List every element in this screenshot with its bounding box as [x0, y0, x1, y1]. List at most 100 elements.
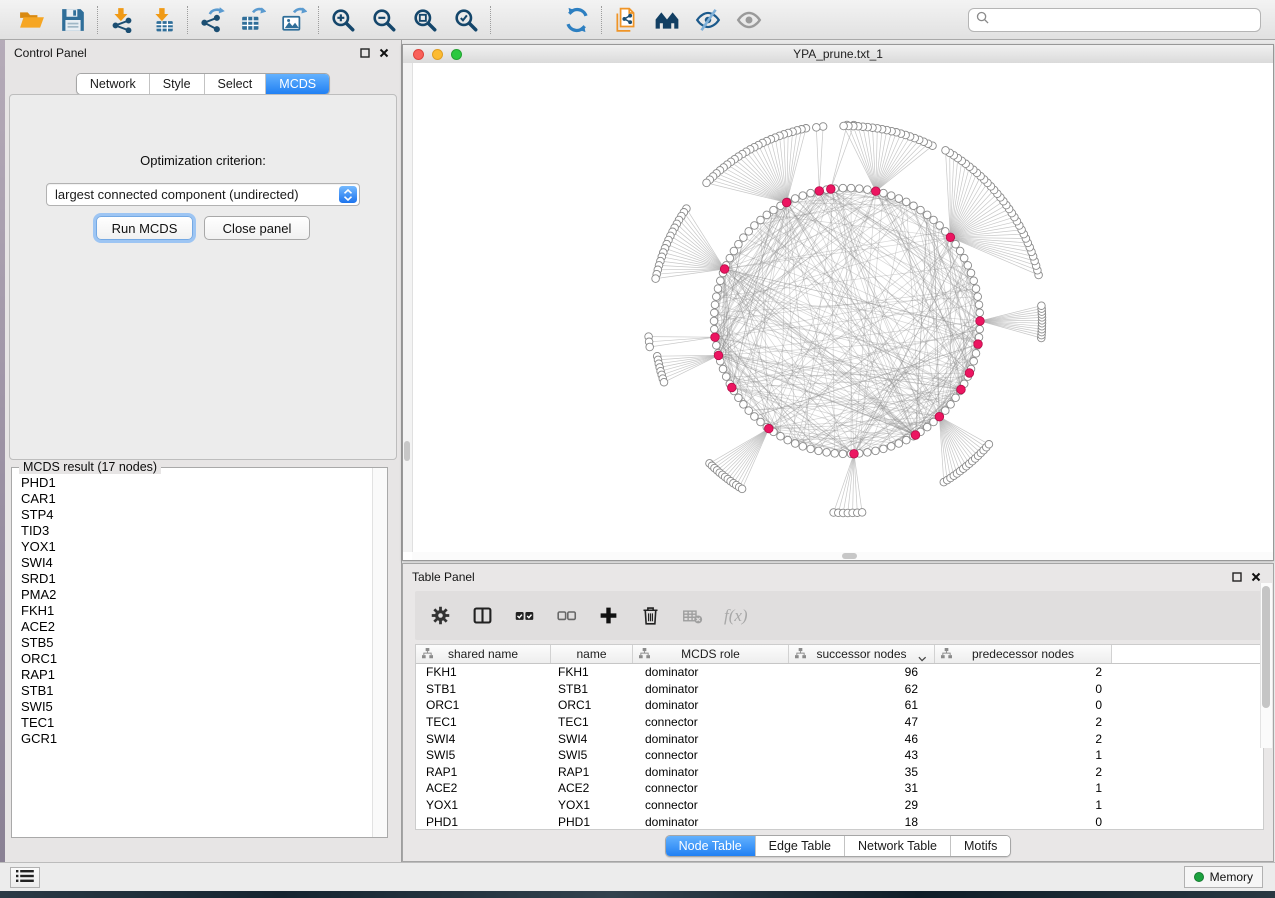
- deselect-all-icon[interactable]: [554, 603, 579, 628]
- mcds-result-item[interactable]: PMA2: [21, 587, 373, 603]
- cell[interactable]: ORC1: [551, 698, 633, 712]
- tab-motifs[interactable]: Motifs: [951, 836, 1010, 856]
- cell[interactable]: SWI4: [416, 732, 551, 746]
- tab-node-table[interactable]: Node Table: [666, 836, 756, 856]
- cell[interactable]: 2: [935, 732, 1112, 746]
- mcds-list-scrollbar[interactable]: [372, 468, 387, 837]
- table-row[interactable]: FKH1FKH1dominator962: [416, 664, 1263, 681]
- cell[interactable]: PHD1: [551, 815, 633, 829]
- add-column-icon[interactable]: [596, 603, 621, 628]
- cell[interactable]: 43: [789, 748, 935, 762]
- cell[interactable]: connector: [633, 748, 789, 762]
- table-settings-icon[interactable]: [428, 603, 453, 628]
- export-image-icon[interactable]: [280, 6, 308, 34]
- mcds-result-item[interactable]: TID3: [21, 523, 373, 539]
- cell[interactable]: 2: [935, 715, 1112, 729]
- float-panel-icon[interactable]: [360, 48, 370, 58]
- cell[interactable]: 0: [935, 698, 1112, 712]
- refresh-network-icon[interactable]: [563, 6, 591, 34]
- cell[interactable]: FKH1: [416, 665, 551, 679]
- cell[interactable]: YOX1: [551, 798, 633, 812]
- column-header-predecessor-nodes[interactable]: predecessor nodes: [935, 645, 1112, 663]
- import-table-icon[interactable]: [149, 6, 177, 34]
- close-panel-button[interactable]: Close panel: [204, 216, 310, 240]
- cell[interactable]: 31: [789, 781, 935, 795]
- table-scrollbar[interactable]: [1260, 583, 1272, 748]
- table-row[interactable]: PHD1PHD1dominator180: [416, 813, 1263, 830]
- tab-network[interactable]: Network: [77, 74, 150, 94]
- mcds-result-item[interactable]: CAR1: [21, 491, 373, 507]
- cell[interactable]: 29: [789, 798, 935, 812]
- tab-select[interactable]: Select: [205, 74, 267, 94]
- zoom-out-icon[interactable]: [370, 6, 398, 34]
- cell[interactable]: 1: [935, 781, 1112, 795]
- zoom-in-icon[interactable]: [329, 6, 357, 34]
- cell[interactable]: 2: [935, 765, 1112, 779]
- cell[interactable]: connector: [633, 715, 789, 729]
- cell[interactable]: 0: [935, 682, 1112, 696]
- cell[interactable]: STB1: [551, 682, 633, 696]
- table-row[interactable]: ACE2ACE2connector311: [416, 780, 1263, 797]
- cell[interactable]: YOX1: [416, 798, 551, 812]
- close-panel-icon[interactable]: [379, 48, 389, 58]
- export-network-icon[interactable]: [198, 6, 226, 34]
- mcds-result-item[interactable]: SWI5: [21, 699, 373, 715]
- cell[interactable]: TEC1: [551, 715, 633, 729]
- table-row[interactable]: SWI5SWI5connector431: [416, 747, 1263, 764]
- column-header-name[interactable]: name: [551, 645, 633, 663]
- cell[interactable]: connector: [633, 781, 789, 795]
- float-table-panel-icon[interactable]: [1232, 572, 1242, 582]
- mcds-result-item[interactable]: YOX1: [21, 539, 373, 555]
- cell[interactable]: 1: [935, 798, 1112, 812]
- tab-mcds[interactable]: MCDS: [266, 74, 329, 94]
- hide-selected-icon[interactable]: [694, 6, 722, 34]
- cell[interactable]: 96: [789, 665, 935, 679]
- cell[interactable]: 0: [935, 815, 1112, 829]
- mcds-result-item[interactable]: SWI4: [21, 555, 373, 571]
- cell[interactable]: 18: [789, 815, 935, 829]
- cell[interactable]: SWI4: [551, 732, 633, 746]
- network-canvas[interactable]: [403, 63, 1273, 560]
- tab-edge-table[interactable]: Edge Table: [756, 836, 845, 856]
- cell[interactable]: SWI5: [416, 748, 551, 762]
- column-header-shared-name[interactable]: shared name: [416, 645, 551, 663]
- cell[interactable]: 2: [935, 665, 1112, 679]
- network-vertical-scroll-thumb[interactable]: [404, 441, 410, 461]
- cell[interactable]: SWI5: [551, 748, 633, 762]
- cell[interactable]: 61: [789, 698, 935, 712]
- minimize-window-icon[interactable]: [432, 49, 443, 60]
- cell[interactable]: dominator: [633, 815, 789, 829]
- cell[interactable]: ACE2: [551, 781, 633, 795]
- cell[interactable]: ORC1: [416, 698, 551, 712]
- optimization-criterion-select[interactable]: largest connected component (undirected): [46, 183, 360, 206]
- cell[interactable]: ACE2: [416, 781, 551, 795]
- mcds-result-item[interactable]: SRD1: [21, 571, 373, 587]
- network-vertical-scrollbar[interactable]: [403, 63, 413, 552]
- tab-network-table[interactable]: Network Table: [845, 836, 951, 856]
- mcds-result-item[interactable]: TEC1: [21, 715, 373, 731]
- table-row[interactable]: TEC1TEC1connector472: [416, 714, 1263, 731]
- panel-menu-button[interactable]: [10, 867, 40, 888]
- network-horizontal-scrollbar[interactable]: [412, 552, 1273, 560]
- memory-button[interactable]: Memory: [1184, 866, 1263, 888]
- mcds-result-item[interactable]: FKH1: [21, 603, 373, 619]
- table-row[interactable]: YOX1YOX1connector291: [416, 797, 1263, 814]
- cell[interactable]: dominator: [633, 698, 789, 712]
- import-network-icon[interactable]: [108, 6, 136, 34]
- cell[interactable]: 62: [789, 682, 935, 696]
- table-row[interactable]: ORC1ORC1dominator610: [416, 697, 1263, 714]
- table-scroll-thumb[interactable]: [1262, 586, 1270, 708]
- cell[interactable]: dominator: [633, 665, 789, 679]
- cell[interactable]: 47: [789, 715, 935, 729]
- run-mcds-button[interactable]: Run MCDS: [96, 216, 193, 240]
- column-header-successor-nodes[interactable]: successor nodes: [789, 645, 935, 663]
- cell[interactable]: dominator: [633, 765, 789, 779]
- maximize-window-icon[interactable]: [451, 49, 462, 60]
- search-input[interactable]: [995, 10, 1253, 30]
- cell[interactable]: 1: [935, 748, 1112, 762]
- mcds-result-item[interactable]: STP4: [21, 507, 373, 523]
- table-row[interactable]: RAP1RAP1dominator352: [416, 764, 1263, 781]
- delete-columns-icon[interactable]: [638, 603, 663, 628]
- mcds-result-item[interactable]: RAP1: [21, 667, 373, 683]
- cell[interactable]: RAP1: [551, 765, 633, 779]
